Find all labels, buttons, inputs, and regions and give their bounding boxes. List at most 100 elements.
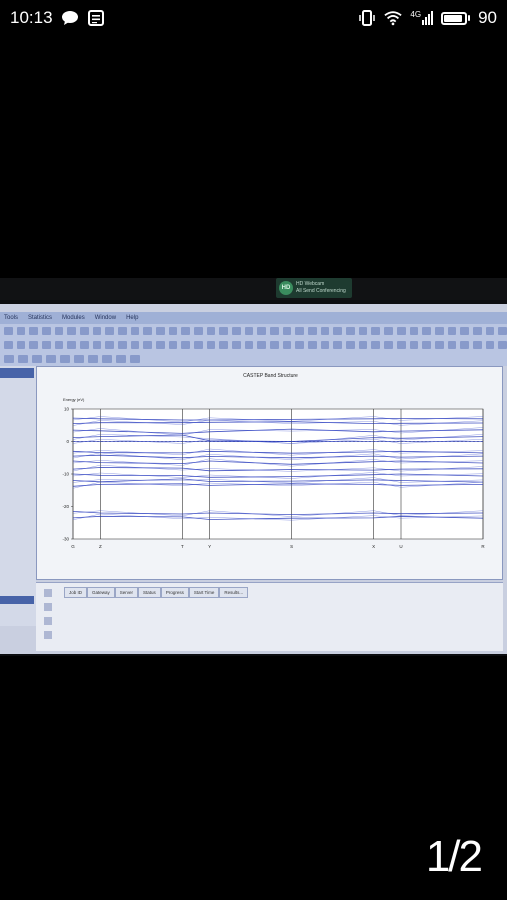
toolbar-button[interactable] xyxy=(485,327,495,335)
toolbar-button[interactable] xyxy=(92,341,102,349)
menu-help[interactable]: Help xyxy=(126,315,138,321)
toolbar-button[interactable] xyxy=(320,327,330,335)
project-panel[interactable] xyxy=(0,366,36,626)
toolbar-button[interactable] xyxy=(29,341,39,349)
col-progress[interactable]: Progress xyxy=(160,587,189,598)
toolbar-button[interactable] xyxy=(270,327,279,335)
col-status[interactable]: Status xyxy=(138,587,161,598)
toolbar-button[interactable] xyxy=(4,327,13,335)
toolbar-button[interactable] xyxy=(232,341,241,349)
toolbar-button[interactable] xyxy=(181,327,191,335)
toolbar-button[interactable] xyxy=(46,355,56,363)
toolbar-button[interactable] xyxy=(130,355,140,363)
toolbar-button[interactable] xyxy=(333,341,343,349)
job-icon[interactable] xyxy=(44,603,52,611)
toolbar-button[interactable] xyxy=(384,341,393,349)
toolbar-button[interactable] xyxy=(168,327,178,335)
toolbar-button[interactable] xyxy=(472,327,482,335)
toolbar-button[interactable] xyxy=(447,327,457,335)
webcam-notification[interactable]: HD HD Webcam All Send Conferencing xyxy=(276,278,352,298)
toolbar-button[interactable] xyxy=(168,341,178,349)
toolbar-button[interactable] xyxy=(194,327,203,335)
toolbar-button[interactable] xyxy=(29,327,39,335)
toolbar-button[interactable] xyxy=(60,355,70,363)
col-job-id[interactable]: Job ID xyxy=(64,587,88,598)
toolbar-button[interactable] xyxy=(54,327,64,335)
toolbar-button[interactable] xyxy=(16,341,26,349)
job-icon[interactable] xyxy=(44,617,52,625)
toolbar-button[interactable] xyxy=(358,327,368,335)
toolbar-button[interactable] xyxy=(460,341,469,349)
toolbar-button[interactable] xyxy=(42,341,51,349)
toolbar-button[interactable] xyxy=(16,327,26,335)
toolbar-button[interactable] xyxy=(42,327,51,335)
toolbar-button[interactable] xyxy=(333,327,343,335)
menu-tools[interactable]: Tools xyxy=(4,315,18,321)
toolbar-button[interactable] xyxy=(80,327,89,335)
toolbar-button[interactable] xyxy=(295,327,305,335)
toolbar-button[interactable] xyxy=(118,327,127,335)
col-results[interactable]: Results... xyxy=(219,587,249,598)
toolbar-button[interactable] xyxy=(346,327,355,335)
toolbar-button[interactable] xyxy=(105,341,115,349)
col-server[interactable]: Server xyxy=(114,587,139,598)
toolbar-button[interactable] xyxy=(74,355,84,363)
toolbar-button[interactable] xyxy=(206,341,216,349)
toolbar-button[interactable] xyxy=(498,341,507,349)
toolbar-button[interactable] xyxy=(156,341,165,349)
toolbar-button[interactable] xyxy=(4,355,14,363)
toolbar-button[interactable] xyxy=(295,341,305,349)
toolbar-button[interactable] xyxy=(384,327,393,335)
toolbar-button[interactable] xyxy=(4,341,13,349)
toolbar-button[interactable] xyxy=(18,355,28,363)
toolbar-button[interactable] xyxy=(219,327,229,335)
toolbar-button[interactable] xyxy=(460,327,469,335)
toolbar-button[interactable] xyxy=(447,341,457,349)
toolbar-button[interactable] xyxy=(143,341,153,349)
toolbar-button[interactable] xyxy=(422,327,431,335)
toolbar-button[interactable] xyxy=(194,341,203,349)
chart-window[interactable]: CASTEP Band Structure Energy (eV) GZTYSX… xyxy=(36,366,503,580)
toolbar-button[interactable] xyxy=(434,341,444,349)
toolbar-button[interactable] xyxy=(409,341,419,349)
toolbar-button[interactable] xyxy=(219,341,229,349)
toolbar-button[interactable] xyxy=(116,355,126,363)
toolbar-button[interactable] xyxy=(181,341,191,349)
toolbar-button[interactable] xyxy=(143,327,153,335)
menu-window[interactable]: Window xyxy=(95,315,116,321)
toolbar-button[interactable] xyxy=(232,327,241,335)
toolbar-button[interactable] xyxy=(485,341,495,349)
toolbar-button[interactable] xyxy=(244,327,254,335)
toolbar-button[interactable] xyxy=(67,341,77,349)
toolbar-button[interactable] xyxy=(308,341,317,349)
toolbar-button[interactable] xyxy=(80,341,89,349)
toolbar-button[interactable] xyxy=(244,341,254,349)
toolbar-button[interactable] xyxy=(358,341,368,349)
toolbar-button[interactable] xyxy=(409,327,419,335)
toolbar-button[interactable] xyxy=(130,327,140,335)
toolbar-button[interactable] xyxy=(130,341,140,349)
toolbar-button[interactable] xyxy=(156,327,165,335)
toolbar-button[interactable] xyxy=(206,327,216,335)
toolbar-button[interactable] xyxy=(308,327,317,335)
toolbar-button[interactable] xyxy=(396,327,406,335)
menu-statistics[interactable]: Statistics xyxy=(28,315,52,321)
toolbar-button[interactable] xyxy=(498,327,507,335)
toolbar-button[interactable] xyxy=(54,341,64,349)
toolbar-button[interactable] xyxy=(257,341,267,349)
toolbar-button[interactable] xyxy=(257,327,267,335)
menu-modules[interactable]: Modules xyxy=(62,315,85,321)
toolbar-button[interactable] xyxy=(320,341,330,349)
toolbar-button[interactable] xyxy=(282,341,292,349)
toolbar-button[interactable] xyxy=(434,327,444,335)
col-gateway[interactable]: Gateway xyxy=(87,587,115,598)
toolbar-button[interactable] xyxy=(371,327,381,335)
toolbar-button[interactable] xyxy=(32,355,42,363)
toolbar-button[interactable] xyxy=(282,327,292,335)
toolbar-button[interactable] xyxy=(102,355,112,363)
toolbar-button[interactable] xyxy=(92,327,102,335)
toolbar-button[interactable] xyxy=(270,341,279,349)
toolbar-button[interactable] xyxy=(105,327,115,335)
toolbar-button[interactable] xyxy=(346,341,355,349)
toolbar-button[interactable] xyxy=(396,341,406,349)
